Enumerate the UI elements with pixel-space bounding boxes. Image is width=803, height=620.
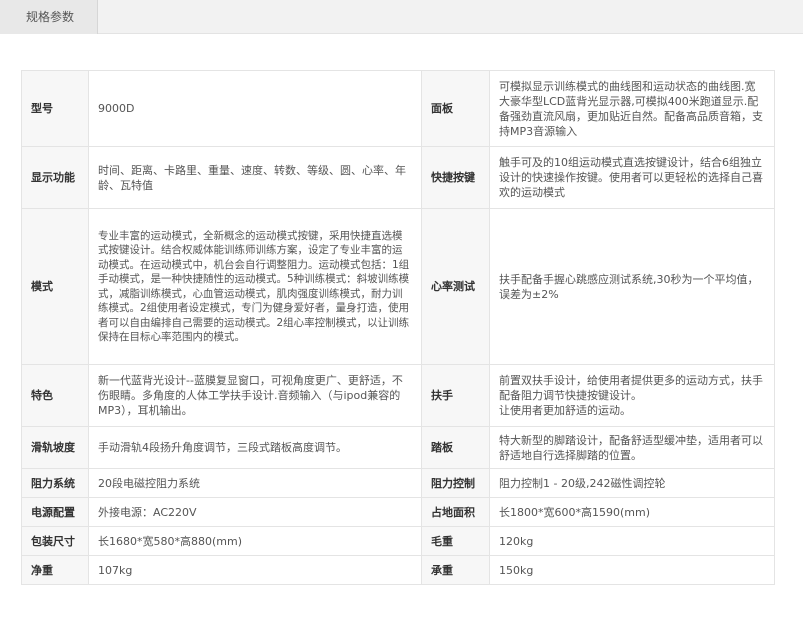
spec-row: 包装尺寸 长1680*宽580*高880(mm) 毛重 120kg bbox=[21, 526, 775, 556]
spec-label: 扶手 bbox=[421, 364, 490, 427]
spec-value: 长1680*宽580*高880(mm) bbox=[88, 526, 422, 556]
spec-value: 120kg bbox=[489, 526, 775, 556]
spec-row: 显示功能 时间、距离、卡路里、重量、速度、转数、等级、圆、心率、年龄、瓦特值 快… bbox=[21, 146, 775, 209]
spec-value: 新一代蓝背光设计--蓝膜复显窗口，可视角度更广、更舒适，不伤眼睛。多角度的人体工… bbox=[88, 364, 422, 427]
spec-value: 可模拟显示训练模式的曲线图和运动状态的曲线图.宽大豪华型LCD蓝背光显示器,可模… bbox=[489, 70, 775, 147]
spec-value: 前置双扶手设计，给使用者提供更多的运动方式，扶手配备阻力调节快捷按键设计。 让使… bbox=[489, 364, 775, 427]
spec-row: 模式 专业丰富的运动模式，全新概念的运动模式按键，采用快捷直选模式按键设计。结合… bbox=[21, 208, 775, 365]
spec-row: 滑轨坡度 手动滑轨4段扬升角度调节，三段式踏板高度调节。 踏板 特大新型的脚踏设… bbox=[21, 426, 775, 469]
spec-label: 占地面积 bbox=[421, 497, 490, 527]
spec-value: 时间、距离、卡路里、重量、速度、转数、等级、圆、心率、年龄、瓦特值 bbox=[88, 146, 422, 209]
spec-value: 外接电源：AC220V bbox=[88, 497, 422, 527]
spec-value: 长1800*宽600*高1590(mm) bbox=[489, 497, 775, 527]
spec-value: 9000D bbox=[88, 70, 422, 147]
tab-bar: 规格参数 bbox=[0, 0, 803, 34]
spec-value: 触手可及的10组运动模式直选按键设计，结合6组独立设计的快速操作按键。使用者可以… bbox=[489, 146, 775, 209]
spec-value: 扶手配备手握心跳感应测试系统,30秒为一个平均值，误差为±2% bbox=[489, 208, 775, 365]
tab-spec-params[interactable]: 规格参数 bbox=[0, 0, 98, 34]
spec-label: 电源配置 bbox=[21, 497, 89, 527]
spec-value: 手动滑轨4段扬升角度调节，三段式踏板高度调节。 bbox=[88, 426, 422, 469]
spec-row: 阻力系统 20段电磁控阻力系统 阻力控制 阻力控制1 - 20级,242磁性调控… bbox=[21, 468, 775, 498]
spec-value: 专业丰富的运动模式，全新概念的运动模式按键，采用快捷直选模式按键设计。结合权威体… bbox=[88, 208, 422, 365]
spec-label: 踏板 bbox=[421, 426, 490, 469]
spec-label: 面板 bbox=[421, 70, 490, 147]
spec-label: 滑轨坡度 bbox=[21, 426, 89, 469]
spec-row: 电源配置 外接电源：AC220V 占地面积 长1800*宽600*高1590(m… bbox=[21, 497, 775, 527]
spec-label: 型号 bbox=[21, 70, 89, 147]
spec-table: 型号 9000D 面板 可模拟显示训练模式的曲线图和运动状态的曲线图.宽大豪华型… bbox=[21, 70, 775, 585]
spec-label: 快捷按键 bbox=[421, 146, 490, 209]
spec-row: 特色 新一代蓝背光设计--蓝膜复显窗口，可视角度更广、更舒适，不伤眼睛。多角度的… bbox=[21, 364, 775, 427]
spec-value: 107kg bbox=[88, 555, 422, 585]
spec-row: 净重 107kg 承重 150kg bbox=[21, 555, 775, 585]
spec-label: 特色 bbox=[21, 364, 89, 427]
spec-value: 阻力控制1 - 20级,242磁性调控轮 bbox=[489, 468, 775, 498]
spec-label: 模式 bbox=[21, 208, 89, 365]
spec-label: 阻力系统 bbox=[21, 468, 89, 498]
spec-value: 特大新型的脚踏设计，配备舒适型缓冲垫，适用者可以舒适地自行选择脚踏的位置。 bbox=[489, 426, 775, 469]
spec-label: 包装尺寸 bbox=[21, 526, 89, 556]
spec-label: 承重 bbox=[421, 555, 490, 585]
spec-label: 净重 bbox=[21, 555, 89, 585]
spec-label: 显示功能 bbox=[21, 146, 89, 209]
spec-label: 心率测试 bbox=[421, 208, 490, 365]
spec-value: 20段电磁控阻力系统 bbox=[88, 468, 422, 498]
spec-row: 型号 9000D 面板 可模拟显示训练模式的曲线图和运动状态的曲线图.宽大豪华型… bbox=[21, 70, 775, 147]
spec-label: 阻力控制 bbox=[421, 468, 490, 498]
spec-label: 毛重 bbox=[421, 526, 490, 556]
spec-value: 150kg bbox=[489, 555, 775, 585]
